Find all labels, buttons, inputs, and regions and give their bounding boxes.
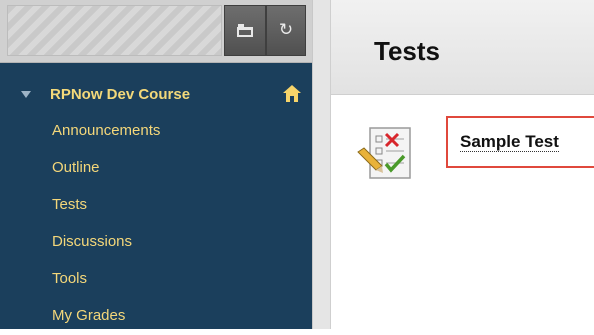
course-sidebar: ↻ RPNow Dev Course Announcements Outline… xyxy=(0,0,312,329)
course-name[interactable]: RPNow Dev Course xyxy=(50,86,190,103)
nav-item-outline[interactable]: Outline xyxy=(0,150,312,187)
home-icon[interactable] xyxy=(283,85,301,102)
nav-item-tools[interactable]: Tools xyxy=(0,261,312,298)
refresh-icon: ↻ xyxy=(278,20,294,40)
page-header: Tests xyxy=(331,0,594,95)
nav-item-tests[interactable]: Tests xyxy=(0,187,312,224)
course-nav: Announcements Outline Tests Discussions … xyxy=(0,113,312,335)
folder-icon xyxy=(237,23,253,38)
sample-test-item[interactable]: Sample Test xyxy=(446,116,594,168)
course-menu-header[interactable]: RPNow Dev Course xyxy=(18,82,308,106)
nav-item-discussions[interactable]: Discussions xyxy=(0,224,312,261)
page-title: Tests xyxy=(374,36,440,66)
sidebar-toolbar-field xyxy=(7,5,222,56)
collapse-caret-icon[interactable] xyxy=(21,90,31,98)
refresh-button[interactable]: ↻ xyxy=(266,5,306,56)
sidebar-toolbar: ↻ xyxy=(0,0,312,63)
panel-divider[interactable] xyxy=(312,0,330,329)
sample-test-link[interactable]: Sample Test xyxy=(460,132,559,152)
nav-item-my-grades[interactable]: My Grades xyxy=(0,298,312,335)
folder-button[interactable] xyxy=(224,5,266,56)
test-document-icon xyxy=(357,127,411,179)
nav-item-announcements[interactable]: Announcements xyxy=(0,113,312,150)
